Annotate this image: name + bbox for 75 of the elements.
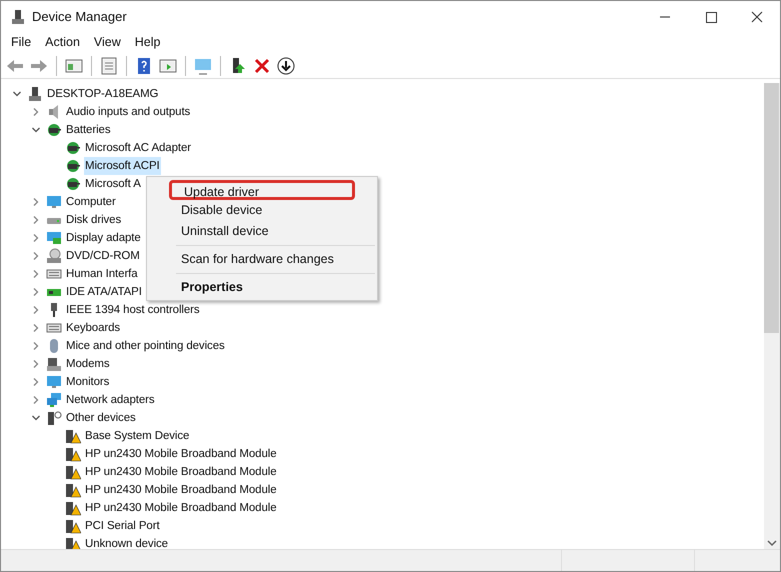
collapse-chevron-icon[interactable]: [31, 413, 41, 423]
tree-item[interactable]: HP un2430 Mobile Broadband Module: [84, 481, 278, 499]
expand-chevron-icon[interactable]: [31, 215, 41, 225]
expand-chevron-icon[interactable]: [31, 341, 41, 351]
question-device-icon: [46, 410, 62, 426]
battery-plug-icon: [65, 140, 81, 156]
window-title: Device Manager: [32, 8, 127, 26]
tree-item[interactable]: DESKTOP-A18EAMG: [46, 85, 160, 103]
expand-chevron-icon[interactable]: [31, 305, 41, 315]
warning-device-icon: [65, 464, 81, 480]
display-card-icon: [46, 230, 62, 246]
tree-item[interactable]: Other devices: [65, 409, 137, 427]
scrollbar[interactable]: [764, 83, 780, 549]
expand-chevron-icon[interactable]: [31, 233, 41, 243]
tree-item[interactable]: Microsoft A: [84, 175, 142, 193]
tree-item[interactable]: HP un2430 Mobile Broadband Module: [84, 463, 278, 481]
disc-drive-icon: [46, 248, 62, 264]
expand-chevron-icon[interactable]: [31, 107, 41, 117]
expand-chevron-icon[interactable]: [31, 251, 41, 261]
monitor-icon: [46, 194, 62, 210]
tree-item[interactable]: HP un2430 Mobile Broadband Module: [84, 499, 278, 517]
network-icon: [46, 392, 62, 408]
tree-item[interactable]: Human Interfa: [65, 265, 139, 283]
expand-chevron-icon[interactable]: [31, 359, 41, 369]
menu-item[interactable]: Action: [39, 33, 86, 52]
expand-chevron-icon[interactable]: [31, 377, 41, 387]
tree-item[interactable]: DVD/CD-ROM: [65, 247, 141, 265]
warning-device-icon: [65, 500, 81, 516]
tree-item[interactable]: Network adapters: [65, 391, 156, 409]
context-menu-item[interactable]: Uninstall device: [169, 222, 355, 242]
warning-device-icon: [65, 482, 81, 498]
tree-item[interactable]: PCI Serial Port: [84, 517, 161, 535]
battery-plug-icon: [65, 158, 81, 174]
tree-item[interactable]: Microsoft AC Adapter: [84, 139, 192, 157]
tree-item[interactable]: Modems: [65, 355, 110, 373]
modem-icon: [46, 356, 62, 372]
computer-icon: [27, 86, 43, 102]
warning-device-icon: [65, 536, 81, 549]
collapse-chevron-icon[interactable]: [12, 89, 22, 99]
tree-item[interactable]: IEEE 1394 host controllers: [65, 301, 201, 319]
expand-chevron-icon[interactable]: [31, 323, 41, 333]
tree-item[interactable]: Batteries: [65, 121, 112, 139]
tree-item[interactable]: HP un2430 Mobile Broadband Module: [84, 445, 278, 463]
tree-item[interactable]: Base System Device: [84, 427, 190, 445]
collapse-chevron-icon[interactable]: [31, 125, 41, 135]
context-menu-item[interactable]: Update driver: [169, 180, 355, 200]
tree-item[interactable]: Disk drives: [65, 211, 122, 229]
monitor-icon: [46, 374, 62, 390]
tree-item[interactable]: Audio inputs and outputs: [65, 103, 192, 121]
computer-icon: [10, 8, 26, 24]
tree-item[interactable]: Microsoft ACPI: [84, 157, 161, 175]
expand-chevron-icon[interactable]: [31, 395, 41, 405]
context-menu-item[interactable]: Disable device: [169, 200, 355, 220]
warning-device-icon: [65, 446, 81, 462]
expand-chevron-icon[interactable]: [31, 197, 41, 207]
menu-item[interactable]: Help: [128, 33, 166, 52]
warning-device-icon: [65, 518, 81, 534]
warning-device-icon: [65, 428, 81, 444]
menu-item[interactable]: File: [5, 33, 38, 52]
expand-chevron-icon[interactable]: [31, 287, 41, 297]
context-menu-item[interactable]: Scan for hardware changes: [169, 250, 355, 270]
expand-chevron-icon[interactable]: [31, 269, 41, 279]
battery-plug-icon: [65, 176, 81, 192]
battery-plug-icon: [46, 122, 62, 138]
menu-item[interactable]: View: [88, 33, 127, 52]
tree-item[interactable]: Monitors: [65, 373, 110, 391]
tree-item[interactable]: IDE ATA/ATAPI: [65, 283, 143, 301]
tree-item[interactable]: Keyboards: [65, 319, 122, 337]
tree-item[interactable]: Display adapte: [65, 229, 142, 247]
context-menu-item[interactable]: Properties: [169, 278, 355, 298]
tree-item[interactable]: Computer: [65, 193, 117, 211]
list-icon[interactable]: [99, 56, 119, 76]
download-icon[interactable]: [276, 56, 296, 76]
tree-item[interactable]: Unknown device: [84, 535, 169, 549]
tree-item[interactable]: Mice and other pointing devices: [65, 337, 226, 355]
